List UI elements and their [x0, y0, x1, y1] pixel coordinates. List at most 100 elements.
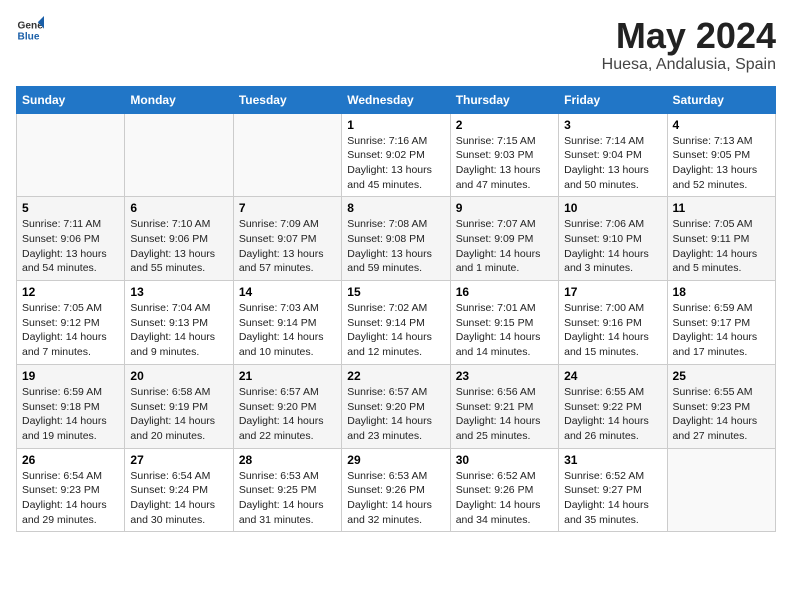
day-info-line: Sunrise: 6:52 AM [456, 469, 553, 484]
logo-icon: General Blue [16, 16, 44, 44]
day-info-line: Sunrise: 7:11 AM [22, 217, 119, 232]
day-info-line: Sunrise: 7:03 AM [239, 301, 336, 316]
day-info-line: Sunset: 9:02 PM [347, 148, 444, 163]
day-number: 7 [239, 201, 336, 215]
day-info-line: Sunset: 9:20 PM [239, 400, 336, 415]
weekday-header-wednesday: Wednesday [342, 86, 450, 113]
day-info-line: and 12 minutes. [347, 345, 444, 360]
day-info-line: Sunrise: 7:01 AM [456, 301, 553, 316]
day-info-line: Sunset: 9:05 PM [673, 148, 770, 163]
calendar-day-3: 3Sunrise: 7:14 AMSunset: 9:04 PMDaylight… [559, 113, 667, 197]
calendar-week-4: 19Sunrise: 6:59 AMSunset: 9:18 PMDayligh… [17, 364, 776, 448]
day-number: 11 [673, 201, 770, 215]
logo: General Blue [16, 16, 44, 44]
day-info-line: Sunset: 9:21 PM [456, 400, 553, 415]
day-info-line: Sunrise: 7:07 AM [456, 217, 553, 232]
day-info-line: Sunrise: 7:00 AM [564, 301, 661, 316]
calendar-day-28: 28Sunrise: 6:53 AMSunset: 9:25 PMDayligh… [233, 448, 341, 532]
day-number: 19 [22, 369, 119, 383]
day-info-line: Sunset: 9:23 PM [673, 400, 770, 415]
calendar-subtitle: Huesa, Andalusia, Spain [602, 56, 776, 74]
day-number: 17 [564, 285, 661, 299]
day-info-line: and 23 minutes. [347, 429, 444, 444]
weekday-header-monday: Monday [125, 86, 233, 113]
day-info-line: Sunrise: 6:57 AM [347, 385, 444, 400]
day-info-line: Sunset: 9:26 PM [347, 483, 444, 498]
calendar-week-2: 5Sunrise: 7:11 AMSunset: 9:06 PMDaylight… [17, 197, 776, 281]
day-info-line: Daylight: 14 hours [239, 330, 336, 345]
calendar-day-20: 20Sunrise: 6:58 AMSunset: 9:19 PMDayligh… [125, 364, 233, 448]
day-number: 14 [239, 285, 336, 299]
day-info-line: Sunrise: 6:59 AM [22, 385, 119, 400]
day-info-line: Sunrise: 7:04 AM [130, 301, 227, 316]
day-number: 26 [22, 453, 119, 467]
day-info-line: and 47 minutes. [456, 178, 553, 193]
day-number: 22 [347, 369, 444, 383]
day-info-line: Daylight: 14 hours [22, 414, 119, 429]
calendar-day-13: 13Sunrise: 7:04 AMSunset: 9:13 PMDayligh… [125, 281, 233, 365]
day-info-line: Sunset: 9:14 PM [239, 316, 336, 331]
day-info-line: Daylight: 13 hours [347, 247, 444, 262]
day-info-line: Sunset: 9:06 PM [22, 232, 119, 247]
day-info-line: Sunrise: 6:52 AM [564, 469, 661, 484]
day-info-line: and 10 minutes. [239, 345, 336, 360]
day-info-line: Sunset: 9:18 PM [22, 400, 119, 415]
day-info-line: and 27 minutes. [673, 429, 770, 444]
day-info-line: Sunset: 9:23 PM [22, 483, 119, 498]
weekday-header-row: SundayMondayTuesdayWednesdayThursdayFrid… [17, 86, 776, 113]
day-info-line: Daylight: 13 hours [22, 247, 119, 262]
calendar-week-5: 26Sunrise: 6:54 AMSunset: 9:23 PMDayligh… [17, 448, 776, 532]
day-info-line: and 31 minutes. [239, 513, 336, 528]
calendar-week-3: 12Sunrise: 7:05 AMSunset: 9:12 PMDayligh… [17, 281, 776, 365]
day-info-line: Sunrise: 7:14 AM [564, 134, 661, 149]
weekday-header-friday: Friday [559, 86, 667, 113]
day-info-line: Sunset: 9:04 PM [564, 148, 661, 163]
weekday-header-sunday: Sunday [17, 86, 125, 113]
day-info-line: Sunrise: 7:02 AM [347, 301, 444, 316]
day-info-line: and 29 minutes. [22, 513, 119, 528]
day-info-line: and 1 minute. [456, 261, 553, 276]
day-info-line: and 17 minutes. [673, 345, 770, 360]
day-number: 10 [564, 201, 661, 215]
day-info-line: Daylight: 14 hours [564, 330, 661, 345]
day-number: 5 [22, 201, 119, 215]
day-number: 29 [347, 453, 444, 467]
day-info-line: Sunset: 9:08 PM [347, 232, 444, 247]
calendar-table: SundayMondayTuesdayWednesdayThursdayFrid… [16, 86, 776, 533]
day-info-line: and 34 minutes. [456, 513, 553, 528]
calendar-day-7: 7Sunrise: 7:09 AMSunset: 9:07 PMDaylight… [233, 197, 341, 281]
day-info-line: Daylight: 14 hours [347, 414, 444, 429]
calendar-day-5: 5 Sunrise: 7:11 AMSunset: 9:06 PMDaylight… [17, 197, 125, 281]
calendar-day-29: 29Sunrise: 6:53 AMSunset: 9:26 PMDayligh… [342, 448, 450, 532]
day-info-line: Daylight: 14 hours [130, 330, 227, 345]
day-info-line: and 32 minutes. [347, 513, 444, 528]
day-info-line: Sunset: 9:14 PM [347, 316, 444, 331]
day-number: 18 [673, 285, 770, 299]
day-info-line: Sunrise: 7:15 AM [456, 134, 553, 149]
day-info-line: and 7 minutes. [22, 345, 119, 360]
day-number: 21 [239, 369, 336, 383]
day-number: 15 [347, 285, 444, 299]
day-info-line: Daylight: 14 hours [347, 330, 444, 345]
day-info-line: Sunset: 9:20 PM [347, 400, 444, 415]
day-info-line: and 15 minutes. [564, 345, 661, 360]
day-info-line: Sunset: 9:16 PM [564, 316, 661, 331]
day-info-line: Sunset: 9:03 PM [456, 148, 553, 163]
day-info-line: Daylight: 13 hours [130, 247, 227, 262]
day-info-line: Sunrise: 6:56 AM [456, 385, 553, 400]
calendar-day-12: 12Sunrise: 7:05 AMSunset: 9:12 PMDayligh… [17, 281, 125, 365]
day-number: 4 [673, 118, 770, 132]
day-info-line: Sunrise: 6:54 AM [130, 469, 227, 484]
day-info-line: Sunset: 9:25 PM [239, 483, 336, 498]
day-info-line: Daylight: 14 hours [456, 247, 553, 262]
day-info-line: Sunset: 9:10 PM [564, 232, 661, 247]
calendar-day-15: 15 Sunrise: 7:02 AMSunset: 9:14 PMDayligh… [342, 281, 450, 365]
day-info-line: Sunset: 9:09 PM [456, 232, 553, 247]
calendar-day-6: 6Sunrise: 7:10 AMSunset: 9:06 PMDaylight… [125, 197, 233, 281]
day-info-line: and 52 minutes. [673, 178, 770, 193]
day-number: 27 [130, 453, 227, 467]
day-info-line: Daylight: 13 hours [239, 247, 336, 262]
day-number: 2 [456, 118, 553, 132]
day-info-line: and 57 minutes. [239, 261, 336, 276]
day-info-line: Sunset: 9:13 PM [130, 316, 227, 331]
